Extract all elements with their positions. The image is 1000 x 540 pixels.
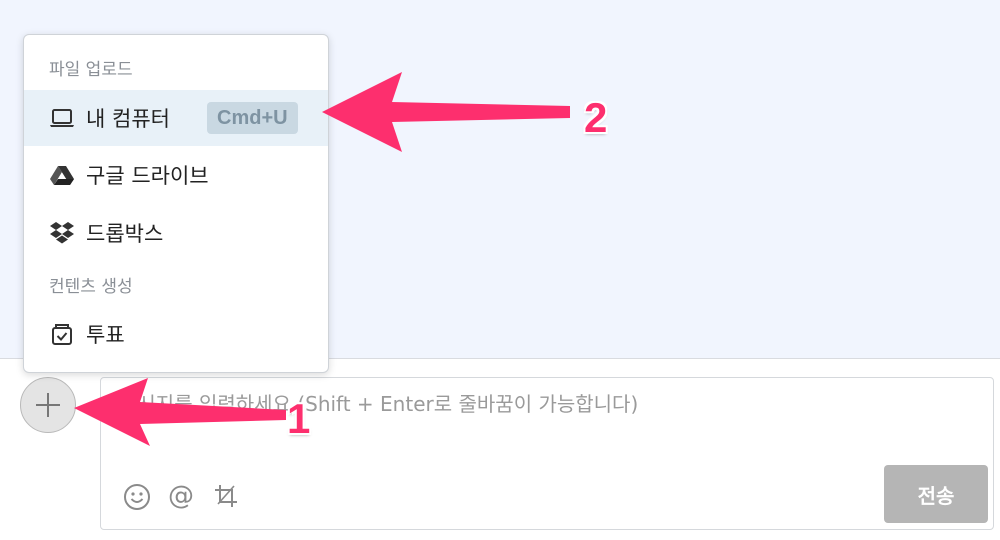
poll-icon [49,321,75,347]
menu-item-poll[interactable]: 투표 [24,306,328,362]
shortcut-badge: Cmd+U [207,102,298,134]
upload-menu: 파일 업로드 내 컴퓨터 Cmd+U 구글 드라이브 드롭박스 컨텐츠 생성 투… [23,34,329,373]
emoji-icon[interactable] [122,482,152,516]
attach-plus-button[interactable] [20,377,76,433]
crop-icon[interactable] [212,482,240,514]
laptop-icon [49,105,75,131]
menu-item-dropbox[interactable]: 드롭박스 [24,205,328,261]
content-section-label: 컨텐츠 생성 [49,277,133,297]
google-drive-icon [49,162,75,188]
menu-item-label: 드롭박스 [86,222,164,246]
annotation-arrow-2 [322,72,570,152]
send-button[interactable]: 전송 [884,465,988,523]
annotation-badge-1: 1 [287,395,311,442]
mention-icon[interactable]: @ [168,481,194,511]
annotation-badge-2: 2 [584,94,608,141]
annotation-arrow-1 [74,378,286,446]
menu-item-label: 내 컴퓨터 [86,107,170,131]
menu-item-my-computer[interactable]: 내 컴퓨터 Cmd+U [24,90,328,146]
menu-item-label: 투표 [86,323,125,347]
menu-item-google-drive[interactable]: 구글 드라이브 [24,147,328,203]
dropbox-icon [49,220,75,246]
plus-icon [36,393,60,417]
menu-item-label: 구글 드라이브 [86,164,209,188]
upload-section-label: 파일 업로드 [49,60,133,80]
